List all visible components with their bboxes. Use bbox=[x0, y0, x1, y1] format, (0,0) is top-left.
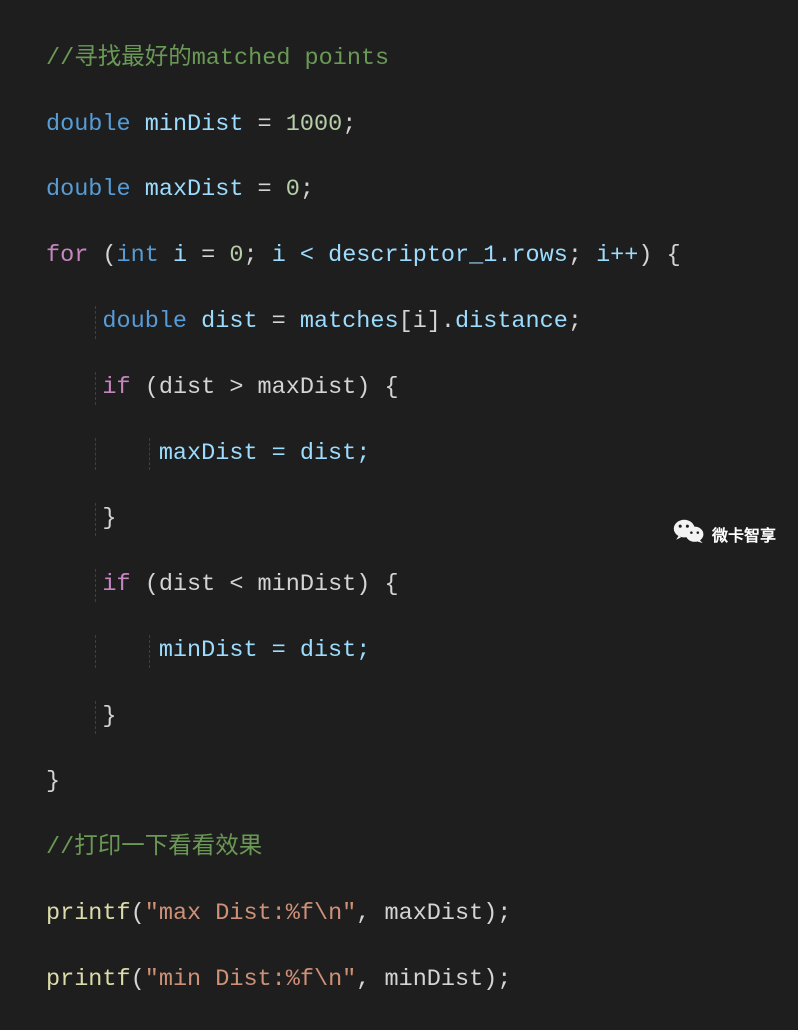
code-line: if (dist < minDist) { bbox=[0, 569, 798, 602]
code-line: double maxDist = 0; bbox=[0, 174, 798, 207]
code-line: } bbox=[0, 766, 798, 799]
code-line: maxDist = dist; bbox=[0, 438, 798, 471]
code-line: double dist = matches[i].distance; bbox=[0, 306, 798, 339]
wechat-icon bbox=[673, 518, 705, 556]
code-line: if (dist > maxDist) { bbox=[0, 372, 798, 405]
code-line: for (int i = 0; i < descriptor_1.rows; i… bbox=[0, 240, 798, 273]
code-line: //打印一下看看效果 bbox=[0, 832, 798, 865]
code-block: //寻找最好的matched points double minDist = 1… bbox=[0, 0, 798, 1030]
watermark: 微卡智享 bbox=[673, 518, 776, 556]
comment-text: //打印一下看看效果 bbox=[46, 834, 262, 861]
code-line: printf("min Dist:%f\n", minDist); bbox=[0, 964, 798, 997]
watermark-text: 微卡智享 bbox=[712, 526, 776, 548]
code-line: //寻找最好的matched points bbox=[0, 43, 798, 76]
code-line: double minDist = 1000; bbox=[0, 109, 798, 142]
code-line: minDist = dist; bbox=[0, 635, 798, 668]
code-line: printf("max Dist:%f\n", maxDist); bbox=[0, 898, 798, 931]
comment-text: //寻找最好的matched points bbox=[46, 45, 389, 72]
code-line: } bbox=[0, 701, 798, 734]
